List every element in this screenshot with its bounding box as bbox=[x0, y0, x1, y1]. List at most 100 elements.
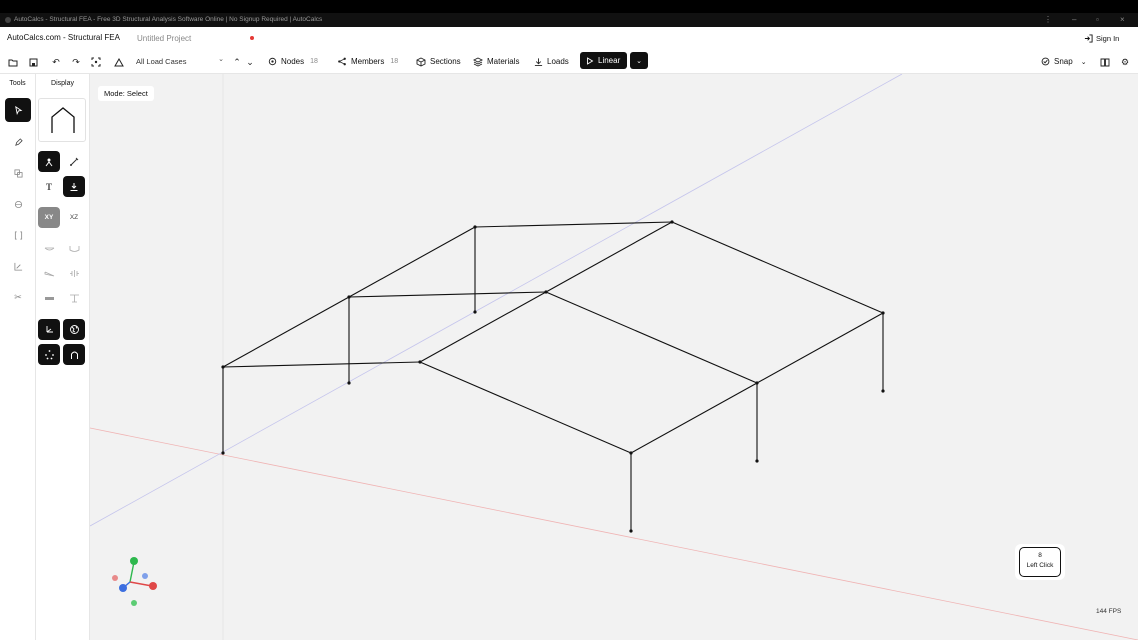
window-menu-icon[interactable]: ⋮ bbox=[1044, 15, 1052, 24]
ridge-member[interactable] bbox=[419, 291, 547, 363]
members-button[interactable]: Members 18 bbox=[337, 55, 398, 68]
deflection-toggle[interactable] bbox=[38, 238, 60, 259]
mouse-hint-inner: 8 Left Click bbox=[1019, 547, 1061, 577]
main-toolbar: ↶ ↷ All Load Cases ⌄ ⌃ ⌄ Nodes 18 Member… bbox=[0, 49, 1138, 74]
mirror-tool[interactable] bbox=[5, 223, 31, 247]
node[interactable] bbox=[881, 311, 885, 315]
node[interactable] bbox=[670, 220, 674, 224]
tools-panel: Tools ✂ bbox=[0, 74, 36, 640]
minimize-icon[interactable]: – bbox=[1072, 15, 1076, 24]
loads-button[interactable]: Loads bbox=[534, 55, 569, 68]
restore-icon[interactable]: ▫ bbox=[1096, 15, 1099, 24]
local-axes-toggle[interactable] bbox=[38, 319, 60, 340]
plane-xz-button[interactable]: XZ bbox=[63, 207, 85, 228]
gizmo-neg-y-handle[interactable] bbox=[131, 600, 137, 606]
gear-icon[interactable]: ⚙ bbox=[1119, 56, 1131, 68]
eave-member[interactable] bbox=[630, 382, 758, 454]
project-name-input[interactable] bbox=[134, 31, 246, 45]
rafter-member[interactable] bbox=[671, 221, 884, 314]
node[interactable] bbox=[473, 225, 477, 229]
rotate-tool[interactable] bbox=[5, 192, 31, 216]
snap-button[interactable]: Snap ⌄ bbox=[1041, 55, 1087, 68]
rafter-member[interactable] bbox=[222, 361, 421, 368]
structure-canvas[interactable] bbox=[90, 74, 1138, 640]
shear-diagram-toggle[interactable] bbox=[38, 263, 60, 284]
undo-icon[interactable]: ↶ bbox=[50, 56, 62, 68]
extrude-toggle[interactable] bbox=[38, 288, 60, 309]
arch-shape-icon bbox=[51, 107, 75, 133]
plane-xy-button[interactable]: XY bbox=[38, 207, 60, 228]
member-labels-toggle[interactable] bbox=[63, 151, 85, 172]
materials-button[interactable]: Materials bbox=[473, 55, 519, 68]
brackets-icon bbox=[14, 230, 22, 240]
gizmo-neg-x-handle[interactable] bbox=[112, 575, 118, 581]
node[interactable] bbox=[347, 381, 351, 385]
rafter-member[interactable] bbox=[419, 361, 632, 454]
previous-load-case-icon[interactable]: ⌃ bbox=[231, 56, 243, 68]
section-shape-preview[interactable] bbox=[38, 98, 86, 142]
eave-member[interactable] bbox=[222, 296, 350, 368]
redo-icon[interactable]: ↷ bbox=[70, 56, 82, 68]
text-labels-toggle[interactable]: T bbox=[38, 176, 60, 197]
orientation-gizmo[interactable] bbox=[112, 557, 157, 606]
materials-label: Materials bbox=[487, 57, 520, 66]
moment-diagram-toggle[interactable] bbox=[63, 238, 85, 259]
copy-tool[interactable] bbox=[5, 161, 31, 185]
load-case-select[interactable]: All Load Cases ⌄ bbox=[132, 53, 228, 69]
node[interactable] bbox=[221, 451, 225, 455]
members-display-toggle[interactable] bbox=[63, 344, 85, 365]
eave-member[interactable] bbox=[348, 226, 476, 298]
node[interactable] bbox=[473, 310, 477, 314]
sign-in-button[interactable]: Sign In bbox=[1078, 31, 1125, 45]
node[interactable] bbox=[755, 381, 759, 385]
node[interactable] bbox=[544, 290, 548, 294]
gizmo-z-handle[interactable] bbox=[119, 584, 127, 592]
pen-line-icon bbox=[70, 157, 79, 166]
window-title-bar: AutoCalcs - Structural FEA - Free 3D Str… bbox=[0, 13, 1138, 27]
close-icon[interactable]: × bbox=[1120, 15, 1125, 24]
node[interactable] bbox=[881, 389, 885, 393]
sections-button[interactable]: Sections bbox=[416, 55, 461, 68]
moment-icon bbox=[69, 245, 79, 252]
next-load-case-icon[interactable]: ⌄ bbox=[244, 56, 256, 68]
node-labels-toggle[interactable] bbox=[38, 151, 60, 172]
node[interactable] bbox=[629, 529, 633, 533]
gizmo-neg-z-handle[interactable] bbox=[142, 573, 148, 579]
gizmo-x-handle[interactable] bbox=[149, 582, 157, 590]
open-folder-icon[interactable] bbox=[7, 56, 19, 68]
ridge-member[interactable] bbox=[545, 221, 673, 293]
nodes-icon bbox=[268, 57, 277, 66]
mouse-hint-action: Left Click bbox=[1026, 562, 1054, 569]
save-icon[interactable] bbox=[27, 56, 39, 68]
cut-tool[interactable]: ✂ bbox=[5, 285, 31, 309]
node[interactable] bbox=[221, 365, 225, 369]
draw-tool[interactable] bbox=[5, 130, 31, 154]
rafter-member[interactable] bbox=[474, 221, 673, 228]
supports-toggle[interactable] bbox=[63, 288, 85, 309]
node[interactable] bbox=[347, 295, 351, 299]
eave-member[interactable] bbox=[756, 312, 884, 384]
pencil-icon bbox=[14, 137, 23, 146]
select-tool[interactable] bbox=[5, 98, 31, 122]
measure-tool[interactable] bbox=[5, 254, 31, 278]
node[interactable] bbox=[629, 451, 633, 455]
analysis-options-dropdown[interactable]: ⌄ bbox=[630, 52, 648, 69]
nodes-display-toggle[interactable] bbox=[38, 344, 60, 365]
nodes-button[interactable]: Nodes 18 bbox=[268, 55, 318, 68]
fit-view-icon[interactable] bbox=[90, 56, 102, 68]
model-viewport[interactable]: Mode: Select 8 Left Click 144 FPS bbox=[90, 74, 1138, 640]
rafter-member[interactable] bbox=[348, 291, 547, 298]
chevron-down-icon: ⌄ bbox=[636, 57, 642, 65]
gizmo-y-handle[interactable] bbox=[130, 557, 138, 565]
rafter-member[interactable] bbox=[545, 291, 758, 384]
axial-diagram-toggle[interactable] bbox=[63, 263, 85, 284]
sign-in-icon bbox=[1084, 33, 1093, 43]
loads-display-toggle[interactable] bbox=[63, 176, 85, 197]
node[interactable] bbox=[418, 360, 422, 364]
run-analysis-button[interactable]: Linear bbox=[580, 52, 627, 69]
book-icon[interactable] bbox=[1099, 56, 1111, 68]
globe-view-toggle[interactable] bbox=[63, 319, 85, 340]
dots-icon bbox=[44, 350, 54, 360]
node[interactable] bbox=[755, 459, 759, 463]
sections-label: Sections bbox=[430, 57, 461, 66]
